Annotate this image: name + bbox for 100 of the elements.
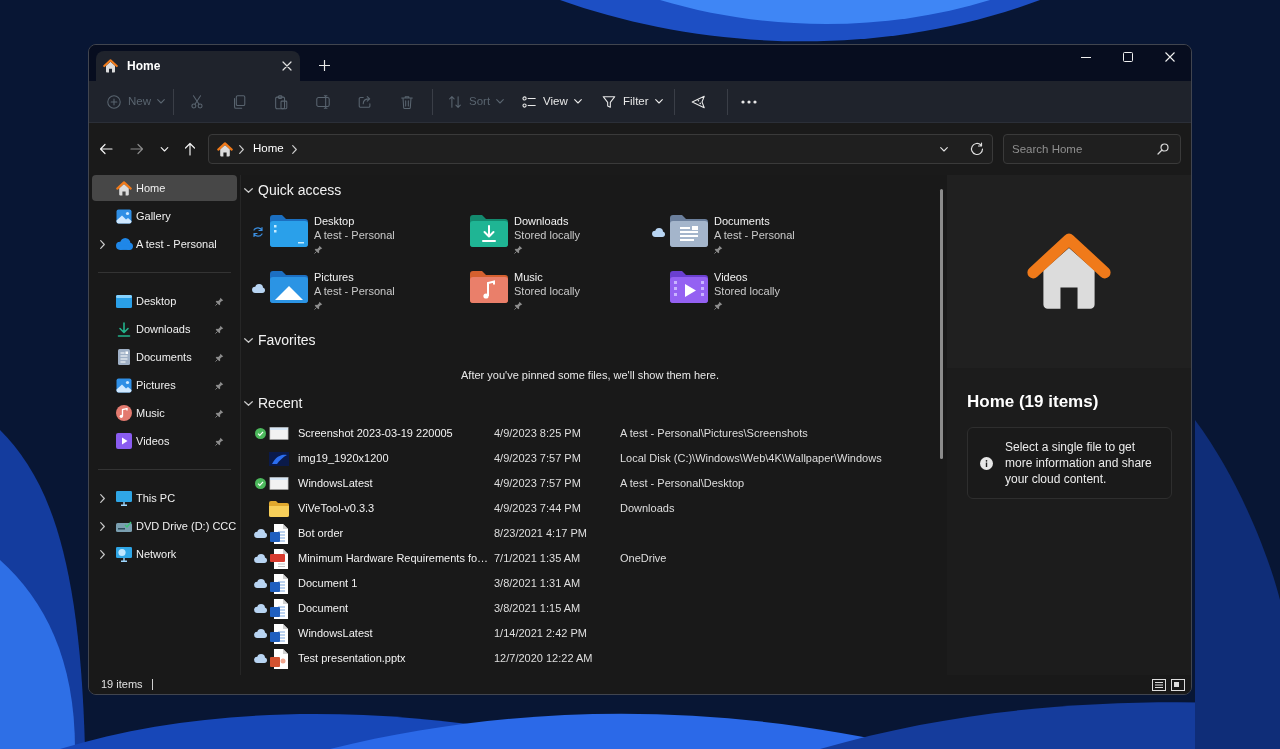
chevron-right-icon[interactable] [99,239,105,249]
scissors-icon [189,93,205,110]
info-icon [980,456,993,470]
chevron-right-icon [239,144,244,154]
sidebar-item[interactable]: Desktop [92,288,237,314]
file-name[interactable]: Document [298,600,349,617]
chevron-down-icon [159,146,169,152]
view-button[interactable]: View [515,85,585,118]
folder-name[interactable]: Desktop [314,214,355,228]
close-icon [1165,52,1175,62]
details-view-icon[interactable] [1152,678,1166,691]
refresh-icon[interactable] [970,142,984,156]
folder-name[interactable]: Documents [714,214,770,228]
file-name[interactable]: WindowsLatest [298,475,373,492]
screen-icon [116,294,132,308]
sidebar-item[interactable]: This PC [92,485,237,511]
address-bar[interactable]: Home [208,134,993,164]
caret-icon [157,99,165,104]
file-name[interactable]: img19_1920x1200 [298,450,389,467]
section-header[interactable]: Favorites [241,331,316,349]
sidebar-item[interactable]: Documents [92,344,237,370]
folder-location: Stored locally [514,228,581,242]
sidebar-item[interactable]: Music [92,400,237,426]
search-field[interactable]: Search Home [1003,134,1181,164]
music-note-icon [116,405,132,421]
document-icon [270,598,288,619]
folder-name[interactable]: Downloads [514,214,569,228]
pdf-file-icon [270,548,288,569]
arrow-up-icon [184,142,196,156]
folder-icon [269,500,289,517]
file-location: OneDrive [620,551,667,567]
file-location: A test - Personal\Desktop [620,476,745,492]
filter-icon [601,93,617,110]
chevron-right-icon [291,144,297,154]
details-title: Home (19 items) [967,391,1099,413]
caret-icon [654,99,663,104]
date-modified: 4/9/2023 7:57 PM [494,451,581,467]
chevron-right-icon[interactable] [99,549,105,559]
sidebar-item[interactable]: Pictures [92,372,237,398]
file-name[interactable]: WindowsLatest [298,625,373,642]
date-modified: 4/9/2023 8:25 PM [494,426,581,442]
date-modified: 1/14/2021 2:42 PM [494,626,587,642]
filter-button[interactable]: Filter [595,85,665,118]
sidebar-item[interactable]: DVD Drive (D:) CCC [92,513,237,539]
date-modified: 12/7/2020 12:22 AM [494,651,593,667]
document-icon [270,523,288,544]
caret-icon [573,99,582,104]
date-modified: 8/23/2021 4:17 PM [494,526,587,542]
video-play-icon [116,433,132,449]
folder-location: A test - Personal [314,284,395,298]
sidebar-item[interactable]: Downloads [92,316,237,342]
chevron-down-icon[interactable] [244,400,253,406]
chevron-right-icon[interactable] [99,493,105,503]
document-icon [118,349,130,365]
download-arrow-icon [117,321,131,337]
file-name[interactable]: Document 1 [298,575,358,592]
chevron-down-icon[interactable] [244,337,253,343]
plus-icon [318,59,330,71]
file-name[interactable]: ViVeTool-v0.3.3 [298,500,375,517]
file-name[interactable]: Screenshot 2023-03-19 220005 [298,425,453,442]
file-name[interactable]: Bot order [298,525,344,542]
sidebar-item[interactable]: Gallery [92,203,237,229]
video-folder-icon [670,271,708,303]
folder-location: A test - Personal [314,228,395,242]
image-thumbnail-icon [269,477,289,490]
scrollbar-thumb[interactable] [940,189,943,459]
image-thumbnail-icon [269,451,289,466]
folder-location: Stored locally [714,284,781,298]
chevron-right-icon[interactable] [99,521,105,531]
document-icon [270,573,288,594]
file-name[interactable]: Test presentation.pptx [298,650,406,667]
chevron-down-icon[interactable] [244,187,253,193]
file-name[interactable]: Minimum Hardware Requirements fo… [298,550,489,567]
breadcrumb[interactable]: Home [253,140,284,158]
folder-location: Stored locally [514,284,581,298]
trash-icon [399,93,415,110]
arrow-left-icon [99,143,113,155]
file-location: Local Disk (C:)\Windows\Web\4K\Wallpaper\Windows [620,451,882,467]
text-cursor-icon [315,93,331,110]
sidebar-item[interactable]: Home [92,175,237,201]
section-header[interactable]: Recent [241,394,303,412]
folder-name[interactable]: Pictures [314,270,354,284]
house-icon [217,141,233,157]
sidebar-item[interactable]: Network [92,541,237,567]
image-thumbnail-icon [269,427,289,440]
sidebar-item[interactable]: A test - Personal [92,231,237,257]
drive-icon [116,520,132,532]
folder-name[interactable]: Music [514,270,543,284]
tab[interactable]: Home [96,51,300,81]
image-icon [116,208,132,224]
section-header[interactable]: Quick access [241,181,342,199]
item-count: 19 items [101,677,143,693]
download-folder-icon [470,215,508,247]
folder-name[interactable]: Videos [714,270,748,284]
tiles-view-icon[interactable] [1171,678,1185,691]
list-icon [521,93,537,110]
picture-folder-icon [270,271,308,303]
caret-icon[interactable] [940,146,948,152]
folder-location: A test - Personal [714,228,795,242]
sidebar-item[interactable]: Videos [92,428,237,454]
